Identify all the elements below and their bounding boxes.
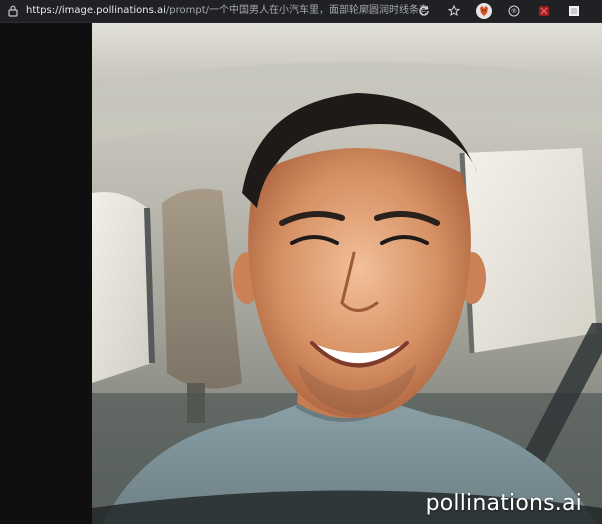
fox-extension-icon[interactable] bbox=[476, 3, 492, 19]
generated-image: pollinations.ai bbox=[92, 23, 602, 524]
extension-square-icon[interactable] bbox=[566, 3, 582, 19]
svg-text:®: ® bbox=[511, 7, 518, 15]
r-extension-icon[interactable]: ® bbox=[506, 3, 522, 19]
red-extension-icon[interactable] bbox=[536, 3, 552, 19]
url-host: https://image.pollinations.ai bbox=[26, 5, 166, 16]
lock-icon[interactable] bbox=[8, 5, 18, 17]
address-bar[interactable]: https://image.pollinations.ai/prompt/一个中… bbox=[26, 0, 426, 22]
refresh-icon[interactable] bbox=[416, 3, 432, 19]
browser-topbar: https://image.pollinations.ai/prompt/一个中… bbox=[0, 0, 602, 23]
car-portrait-illustration bbox=[92, 23, 602, 524]
star-icon[interactable] bbox=[446, 3, 462, 19]
url-path: /prompt/一个中国男人在小汽车里，面部轮廓圆润时线条有立体感。笑容自... bbox=[165, 5, 426, 16]
browser-toolbar-icons: ® bbox=[416, 2, 582, 20]
left-dark-panel bbox=[0, 23, 92, 524]
image-watermark: pollinations.ai bbox=[425, 491, 582, 516]
